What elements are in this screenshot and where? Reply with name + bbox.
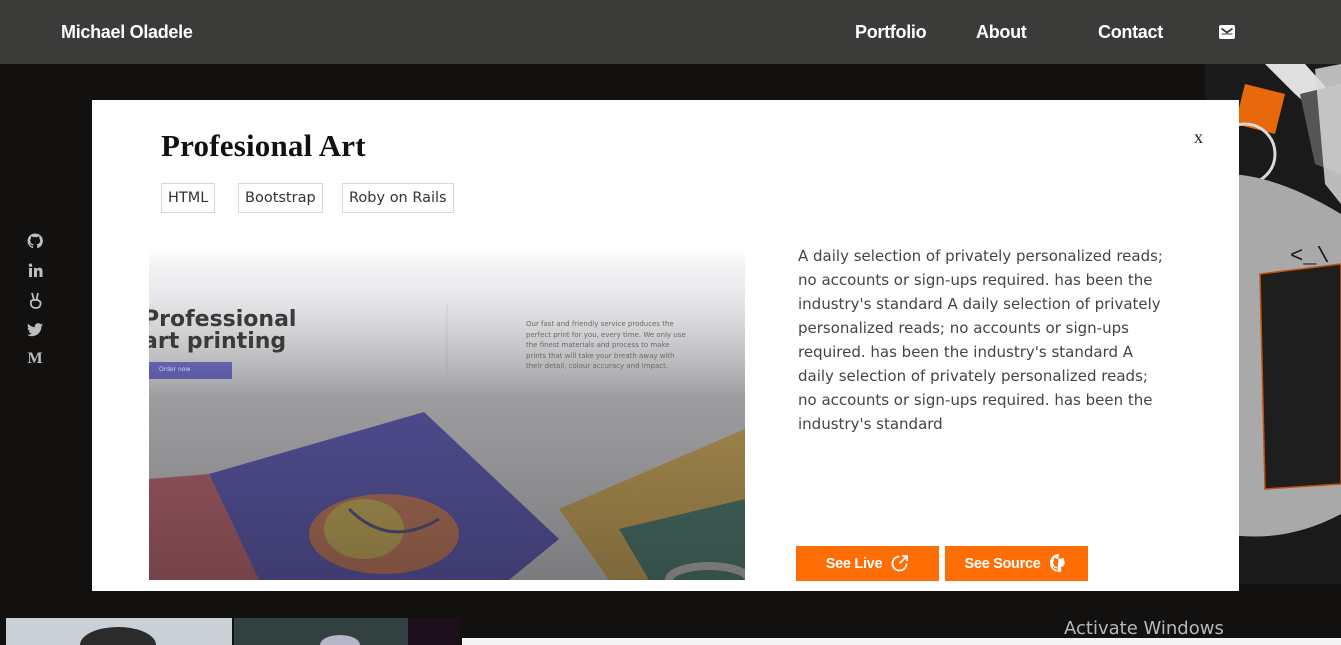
tag-bootstrap: Bootstrap [238, 183, 323, 213]
github-icon[interactable] [26, 232, 44, 250]
activate-windows-watermark: Activate Windows [1064, 618, 1224, 639]
see-source-button[interactable]: See Source [945, 546, 1088, 581]
screenshot-blurb-line: perfect print for you, every time. We on… [526, 330, 686, 339]
project-modal: Profesional Art x HTML Bootstrap Roby on… [92, 100, 1239, 591]
social-links: M [26, 232, 46, 380]
envelope-icon[interactable] [1218, 24, 1236, 40]
tag-html: HTML [161, 183, 216, 213]
modal-title: Profesional Art [161, 128, 366, 163]
medium-letter: M [27, 350, 43, 367]
angellist-icon[interactable] [26, 291, 44, 309]
svg-text:<_\: <_\ [1290, 244, 1330, 269]
screenshot-order-button: Order now [159, 366, 191, 373]
see-source-label: See Source [964, 555, 1041, 572]
twitter-icon[interactable] [26, 321, 44, 339]
screenshot-blurb-line: prints that will take your breath away w… [526, 351, 675, 360]
brand-name[interactable]: Michael Oladele [61, 22, 193, 43]
medium-icon[interactable]: M [26, 350, 44, 368]
linkedin-icon[interactable] [26, 262, 44, 280]
github-icon [1049, 553, 1065, 572]
screenshot-blurb: Our fast and friendly service produces t… [526, 319, 686, 372]
see-live-label: See Live [825, 555, 883, 572]
screenshot-artwork [149, 249, 745, 580]
nav-about[interactable]: About [976, 22, 1027, 43]
screenshot-blurb-line: Our fast and friendly service produces t… [526, 320, 674, 328]
external-link-icon [891, 555, 909, 572]
tag-roby-on-rails: Roby on Rails [342, 183, 454, 213]
screenshot-headline-2: art printing [149, 329, 287, 354]
screenshot-blurb-line: their detail, colour accuracy and impact… [526, 362, 669, 370]
project-description: A daily selection of privately personali… [798, 247, 1163, 433]
nav-portfolio[interactable]: Portfolio [855, 22, 927, 43]
nav-contact[interactable]: Contact [1098, 22, 1163, 43]
see-live-button[interactable]: See Live [796, 546, 939, 581]
close-button[interactable]: x [1194, 127, 1203, 148]
navbar: Michael Oladele Portfolio About Contact [0, 0, 1341, 64]
screenshot-blurb-line: the finest materials and process to make [526, 341, 670, 349]
project-screenshot: Professional art printing Order now Our … [149, 249, 745, 580]
